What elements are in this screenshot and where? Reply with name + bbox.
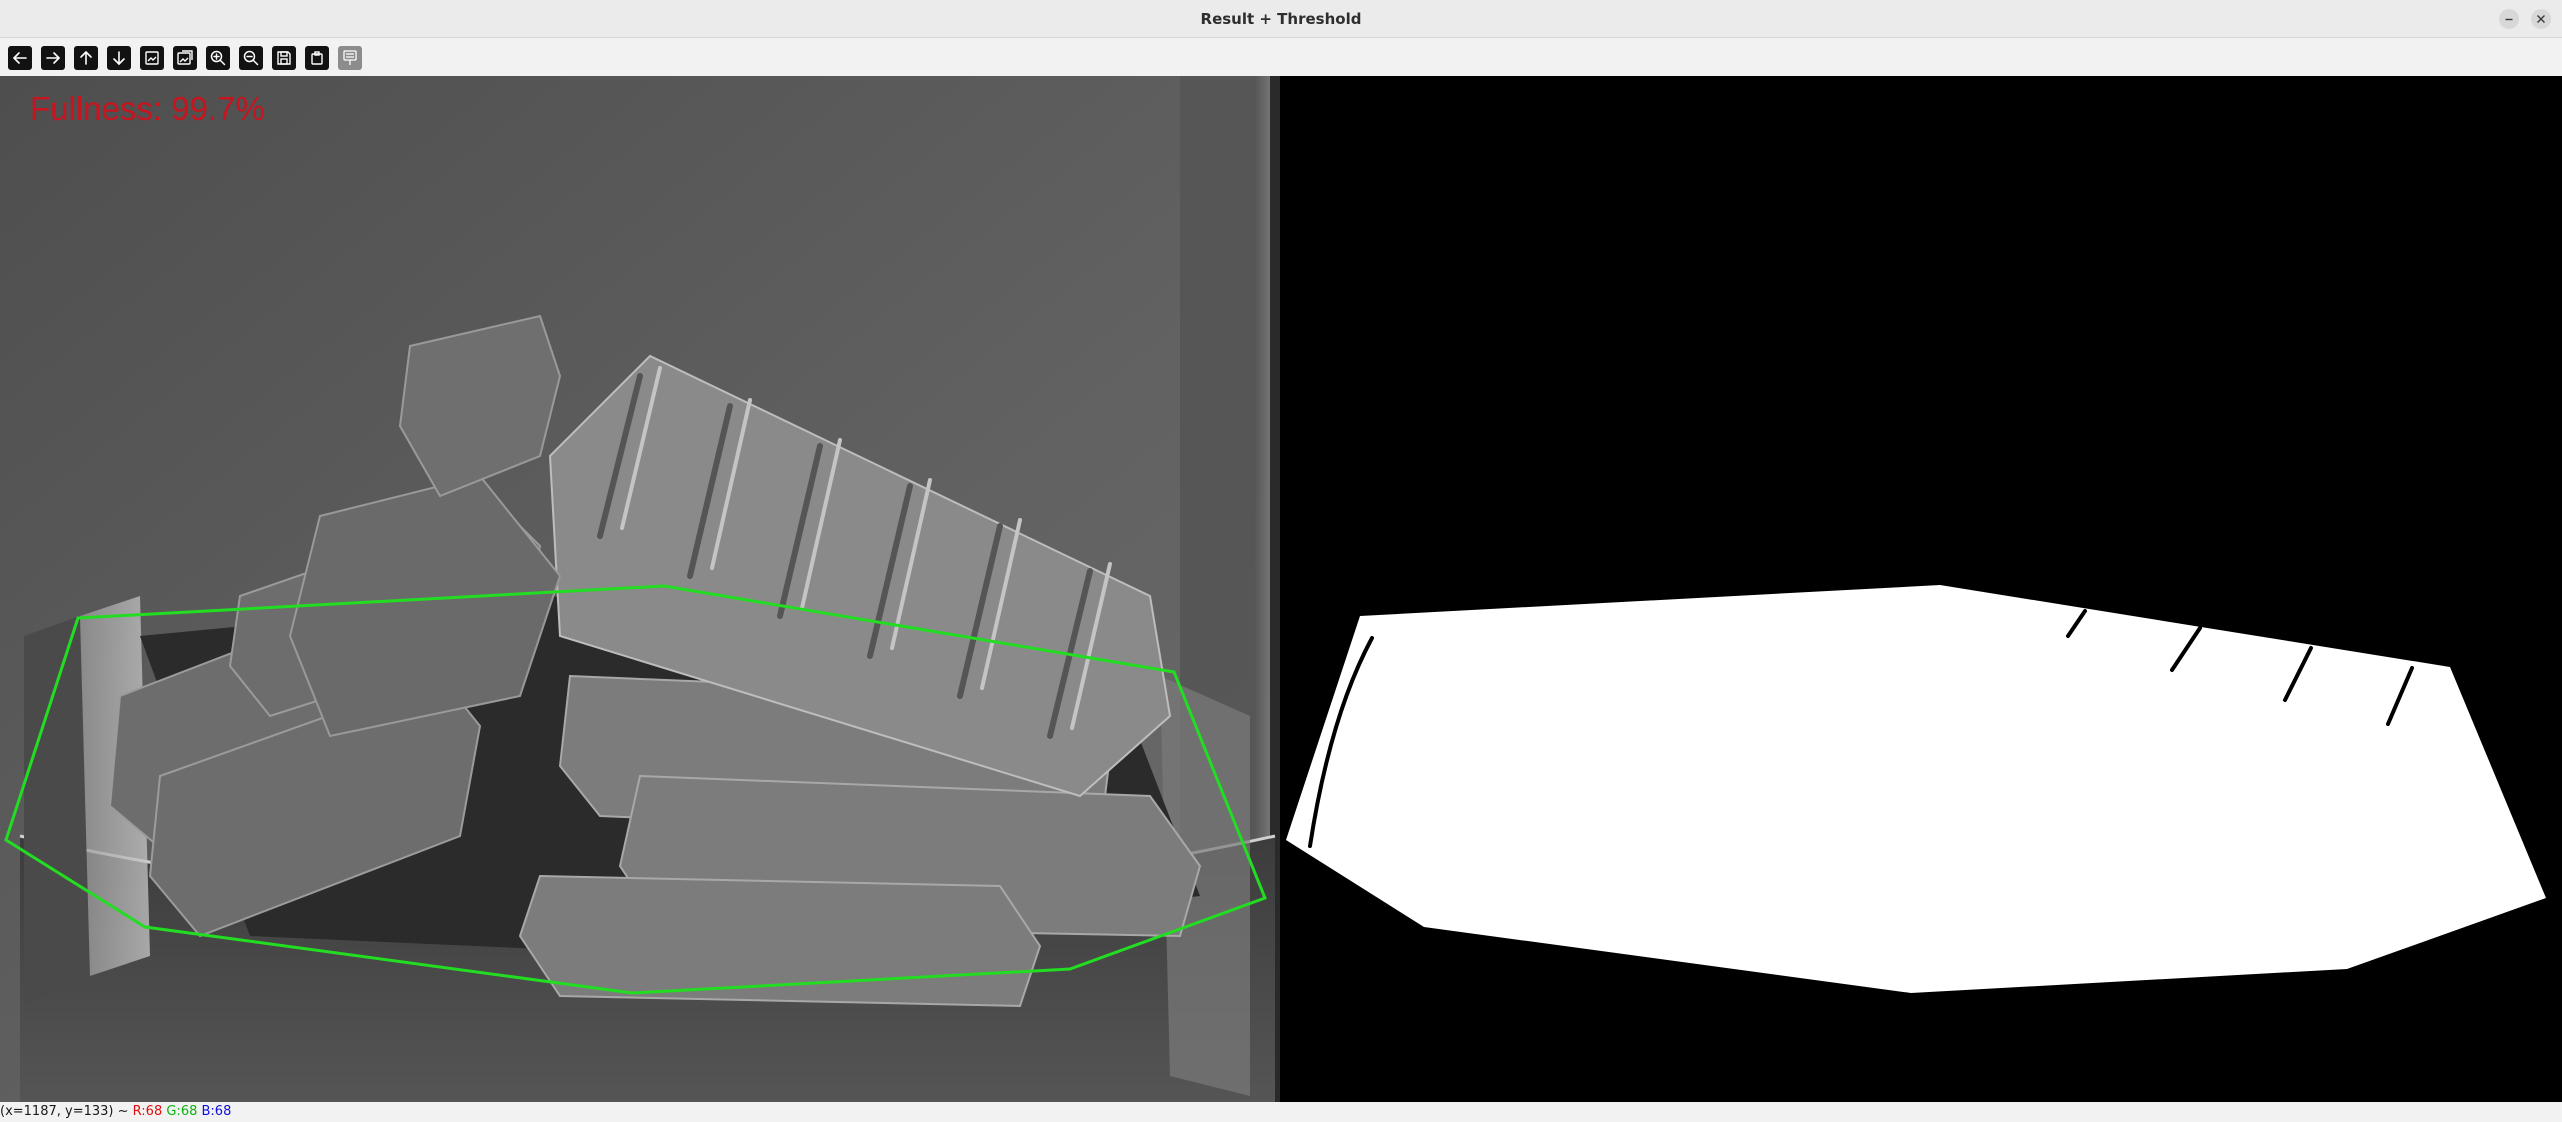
- result-image: [0, 76, 1280, 1102]
- status-bar: (x=1187, y=133) ~ R:68 G:68 B:68: [0, 1102, 2562, 1122]
- zoom-original-icon: [177, 50, 193, 65]
- close-button[interactable]: [2531, 9, 2551, 29]
- zoom-in-button[interactable]: [206, 46, 230, 70]
- result-threshold-view: [0, 76, 2562, 1102]
- properties-icon: [343, 50, 357, 65]
- title-bar[interactable]: Result + Threshold: [0, 0, 2562, 38]
- pan-left-button[interactable]: [8, 46, 32, 70]
- fullness-label: Fullness: 99.7%: [30, 90, 265, 127]
- minimize-icon: [2505, 18, 2513, 21]
- zoom-in-icon: [210, 50, 226, 66]
- zoom-out-icon: [243, 50, 259, 66]
- pixel-green-value: G:68: [166, 1104, 198, 1119]
- arrow-right-icon: [46, 52, 60, 64]
- arrow-left-icon: [13, 52, 27, 64]
- save-button[interactable]: [272, 46, 296, 70]
- toolbar: [0, 38, 2562, 76]
- zoom-out-button[interactable]: [239, 46, 263, 70]
- pixel-blue-value: B:68: [201, 1104, 232, 1119]
- image-canvas[interactable]: Fullness: 99.7%: [0, 76, 2562, 1102]
- pan-up-button[interactable]: [74, 46, 98, 70]
- threshold-image: [1282, 76, 2562, 1102]
- cursor-coordinates: (x=1187, y=133) ~: [0, 1104, 129, 1119]
- properties-button[interactable]: [338, 46, 362, 70]
- save-icon: [277, 51, 291, 65]
- close-icon: [2537, 15, 2545, 23]
- zoom-fit-icon: [145, 51, 159, 65]
- arrow-down-icon: [113, 51, 125, 65]
- pan-right-button[interactable]: [41, 46, 65, 70]
- pixel-red-value: R:68: [132, 1104, 163, 1119]
- opencv-image-window: Result + Threshold Fullness: 99.7% (x=11…: [0, 0, 2562, 1122]
- copy-button[interactable]: [305, 46, 329, 70]
- copy-icon: [311, 51, 323, 65]
- arrow-up-icon: [80, 51, 92, 65]
- zoom-original-button[interactable]: [173, 46, 197, 70]
- pan-down-button[interactable]: [107, 46, 131, 70]
- window-title: Result + Threshold: [1200, 10, 1362, 28]
- minimize-button[interactable]: [2499, 9, 2519, 29]
- zoom-fit-button[interactable]: [140, 46, 164, 70]
